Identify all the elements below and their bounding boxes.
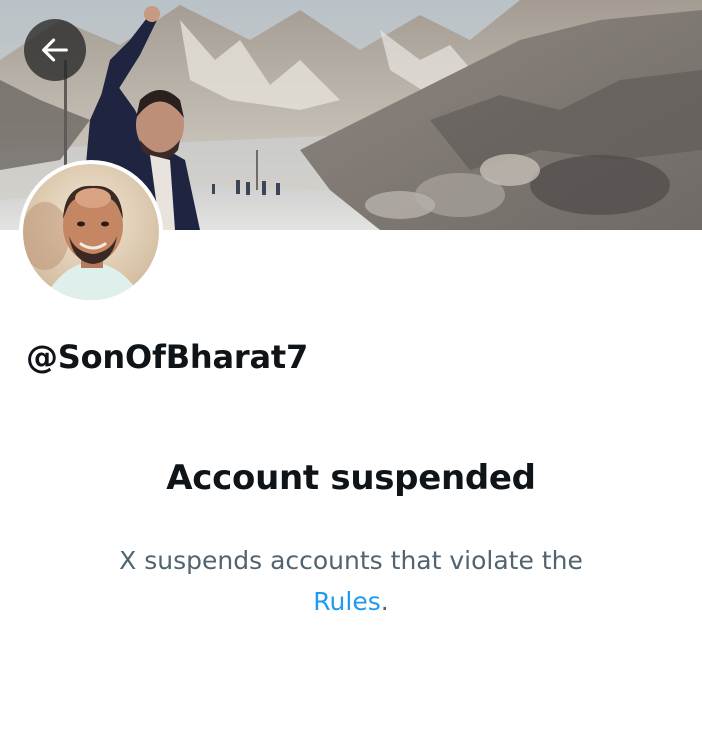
suspension-title: Account suspended	[166, 458, 536, 498]
profile-handle: @SonOfBharat7	[26, 338, 309, 376]
suspension-message-period: .	[380, 587, 389, 616]
arrow-left-icon	[42, 38, 68, 62]
avatar-image	[23, 164, 159, 300]
suspension-message: X suspends accounts that violate the Rul…	[0, 540, 702, 622]
profile-avatar[interactable]	[19, 160, 163, 304]
back-button[interactable]	[24, 19, 86, 81]
profile-page: @SonOfBharat7 Account suspended X suspen…	[0, 0, 702, 749]
suspension-message-text: X suspends accounts that violate the	[119, 546, 583, 575]
rules-link[interactable]: Rules	[313, 587, 380, 616]
